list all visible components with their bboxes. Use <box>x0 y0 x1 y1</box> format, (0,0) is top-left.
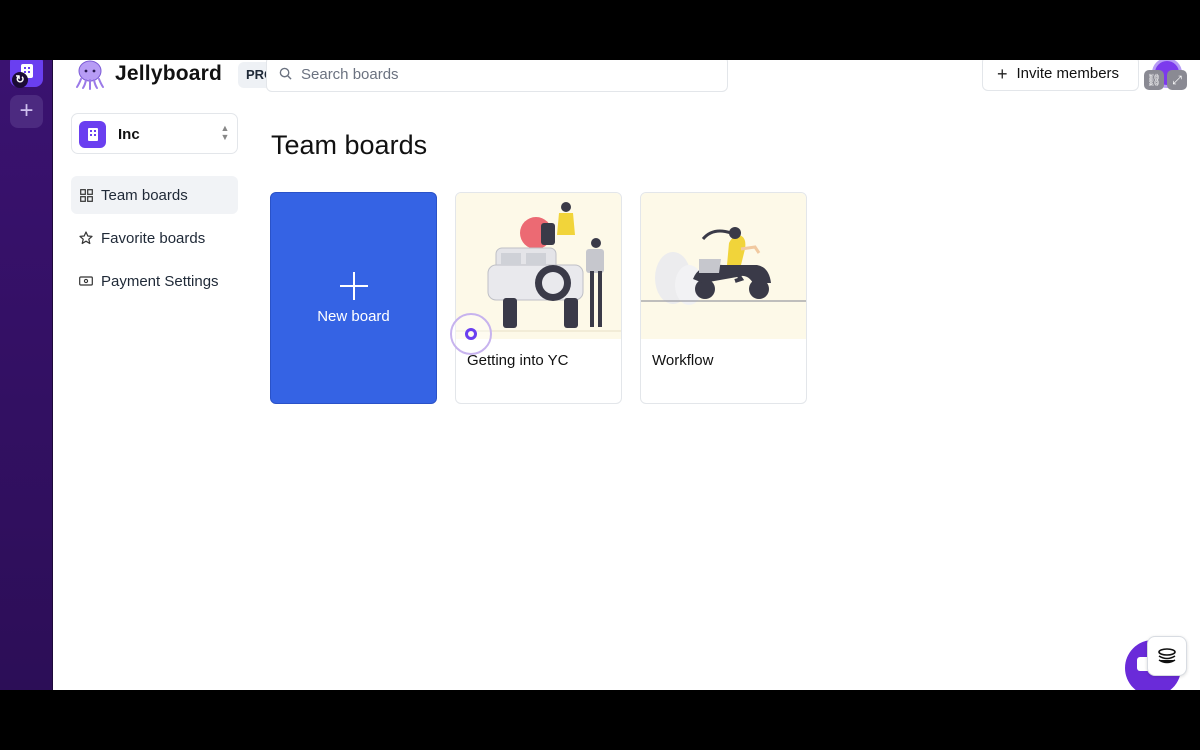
refresh-icon[interactable]: ↻ <box>12 72 28 88</box>
workspace-name: Inc <box>118 126 140 143</box>
chevron-up-down-icon: ▲ ▼ <box>220 123 230 142</box>
cursor-indicator <box>450 313 492 355</box>
sidebar-item-label: Payment Settings <box>101 272 219 290</box>
building-icon <box>79 121 106 148</box>
payment-icon <box>79 274 93 288</box>
letterbox-bottom <box>0 690 1200 750</box>
link-icon[interactable]: ⛓ <box>1144 70 1164 90</box>
grid-icon <box>79 188 93 202</box>
jellyfish-logo-icon[interactable] <box>75 60 105 90</box>
sidebar-item-favorite-boards[interactable]: Favorite boards <box>71 219 238 257</box>
brand-name: Jellyboard <box>115 62 223 85</box>
stack-widget-button[interactable] <box>1147 636 1187 676</box>
invite-members-button[interactable]: + Invite members <box>982 60 1139 91</box>
app-window: ↻ + Jellyboard PRO + Invite members ⛓ ⤢ … <box>0 60 1200 690</box>
workspace-selector[interactable]: Inc ▲ ▼ <box>71 113 238 154</box>
expand-icon[interactable]: ⤢ <box>1167 70 1187 90</box>
workspace-rail: ↻ + <box>0 60 53 690</box>
sidebar-item-label: Favorite boards <box>101 229 206 247</box>
board-title: Getting into YC <box>467 352 569 369</box>
invite-members-label: Invite members <box>1016 65 1120 82</box>
board-card[interactable]: Workflow <box>640 192 807 404</box>
sidebar-item-team-boards[interactable]: Team boards <box>71 176 238 214</box>
overlay-controls: ⛓ ⤢ <box>1144 70 1187 90</box>
sidebar-item-payment-settings[interactable]: Payment Settings <box>71 262 238 300</box>
add-workspace-button[interactable]: + <box>10 95 43 128</box>
new-board-label: New board <box>317 307 390 325</box>
scooter-illustration-icon <box>641 227 806 305</box>
board-title: Workflow <box>652 352 714 369</box>
search-input[interactable] <box>301 60 711 91</box>
plus-icon <box>339 271 368 300</box>
board-card[interactable]: Getting into YC <box>455 192 622 404</box>
new-board-card[interactable]: New board <box>270 192 437 404</box>
star-icon <box>79 231 93 245</box>
plus-icon: + <box>997 63 1008 84</box>
page-title: Team boards <box>271 130 428 160</box>
stack-icon <box>1158 648 1176 664</box>
letterbox-top <box>0 0 1200 60</box>
sidebar-item-label: Team boards <box>101 186 188 204</box>
board-thumbnail <box>641 193 806 339</box>
search-bar[interactable] <box>266 60 728 92</box>
search-icon <box>279 67 292 80</box>
